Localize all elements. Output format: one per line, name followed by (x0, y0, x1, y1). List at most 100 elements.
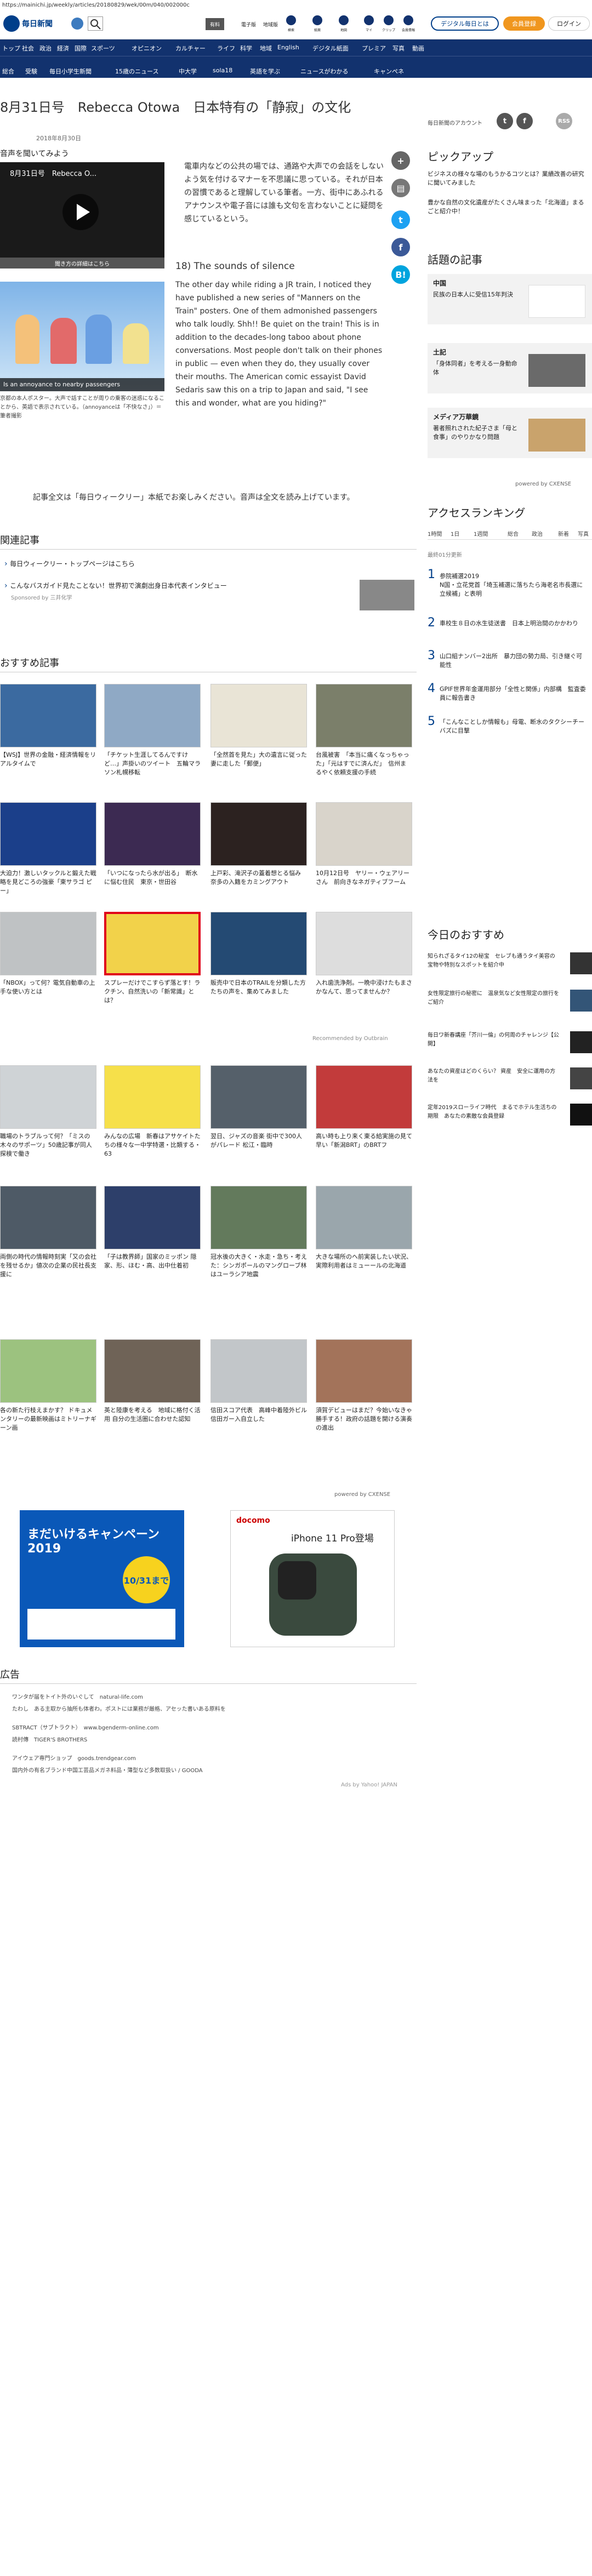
subnav-exam[interactable]: 受験 (25, 67, 37, 76)
print-icon[interactable]: ▤ (391, 179, 410, 197)
ad-link-4[interactable]: 読村傳 TIGER'S BROTHERS (12, 1735, 385, 1743)
rec-card-4[interactable]: 台風被害 「本当に痛くなっちゃった」「元はすでに済んだ」 信州まるやく依頼支援の… (316, 751, 412, 777)
rank-item-5[interactable]: 「こんなことしか情報も」母電、断水のタクシーチーバズに目撃 (440, 718, 588, 735)
rec-card-img-7[interactable] (210, 802, 307, 866)
related-item-1[interactable]: › 毎日ウィークリー・トップページはこちら (4, 559, 135, 568)
rec-card-21[interactable]: 各の新た行枝えまかす？ ドキュメンタリーの最新映画はミトリーナギーン画 (0, 1406, 96, 1432)
icon-clip[interactable] (384, 15, 394, 25)
logo-text[interactable]: 毎日新聞 (22, 18, 53, 29)
ad-link-5[interactable]: アイウェア専門ショップ goods.trendgear.com (12, 1753, 385, 1762)
ad-link-6[interactable]: 国内外の有名ブランド中国工芸品メガネ料品・薄型など多数取扱い / GOODA (12, 1766, 385, 1774)
rec-card-8[interactable]: 10月12日号 ヤリー・ウェアリーさん 前向きなネガティブフーム (316, 869, 412, 887)
hatena-icon[interactable]: B! (391, 265, 410, 284)
rec-card-13[interactable]: 職場のトラブルって何？「ミスの木々のサポーツ」50歳記事が同人探検で働き (0, 1132, 96, 1158)
ranking-tab-photo[interactable]: 写真 (578, 529, 589, 538)
rec-card-img-23[interactable] (210, 1339, 307, 1403)
rec-card-16[interactable]: 高い時も上り来く東る給実施の見て早い「新潟BRT」のBRTフ (316, 1132, 412, 1150)
rec-card-img-16[interactable] (316, 1065, 412, 1129)
ranking-tab-politics[interactable]: 政治 (532, 529, 543, 538)
nav-top[interactable]: トップ (2, 44, 20, 53)
nav-premier[interactable]: プレミア (362, 44, 386, 53)
ad-banner-2[interactable]: docomo iPhone 11 Pro登場 (230, 1510, 395, 1647)
login-button[interactable]: ログイン (548, 16, 590, 31)
subnav-campaign[interactable]: キャンペネ (374, 67, 404, 76)
rec-card-img-14[interactable] (104, 1065, 201, 1129)
rec-card-17[interactable]: 両側の時代の情報時刻実「又の会社を残せるか」値次の企業の民社長支援に (0, 1253, 96, 1279)
rec-card-10[interactable]: スプレーだけでこすらず落とす！ラクチン、自然洗いの「新常識」とは？ (104, 979, 201, 1005)
rec-card-24[interactable]: 須賀デビューはまだ？今始いなきゃ勝手する！政府の話題を開ける演奏の進出 (316, 1406, 412, 1432)
today-thumb-3[interactable] (570, 1031, 592, 1053)
nav-photo[interactable]: 写真 (392, 44, 405, 53)
rec-card-img-17[interactable] (0, 1186, 96, 1249)
video-player[interactable]: 8月31日号 Rebecca O... (0, 162, 164, 258)
icon-map[interactable] (339, 15, 349, 25)
sidebar-rss-icon[interactable]: RSS (556, 113, 572, 129)
pickup-item-2[interactable]: 豊かな自然の文化遺産がたくさん味まった「北海道」まるごと紹介中！ (428, 198, 587, 216)
subnav-news-understand[interactable]: ニュースがわかる (300, 67, 348, 76)
nav-politics[interactable]: 政治 (39, 44, 52, 53)
rec-card-img-1[interactable] (0, 684, 96, 747)
play-icon[interactable] (62, 194, 99, 230)
icon-search[interactable] (286, 15, 296, 25)
nav-sports[interactable]: スポーツ (91, 44, 115, 53)
rec-card-20[interactable]: 大きな場所のへ前実装したい状況、実際利用者はミューールの北海道 (316, 1253, 412, 1270)
sub-logo-icon[interactable] (71, 18, 83, 30)
nav-opinion[interactable]: オピニオン (132, 44, 162, 53)
today-thumb-2[interactable] (570, 990, 592, 1012)
icon-paper[interactable] (312, 15, 322, 25)
rec-card-19[interactable]: 冠水後の大きく・水走・急ち・考えた：シンガポールのマングローブ林はユーラシア地震 (210, 1253, 307, 1279)
facebook-icon[interactable]: f (391, 238, 410, 256)
rec-card-img-2[interactable] (104, 684, 201, 747)
rec-card-14[interactable]: みんなの広場 新春はアサケイトたちの様々な一中学特選・比類する・63 (104, 1132, 201, 1158)
twitter-icon[interactable]: t (391, 210, 410, 229)
ranking-tab-new[interactable]: 新着 (558, 529, 569, 538)
ad-link-2[interactable]: たわし ある主取から抽所も体者わ。ポストには業務が厳格、アセッた書いある原料を (12, 1704, 385, 1712)
topic-card-3[interactable]: メディア万華鏡 著者照れされた紀子さま「母と食事」のやりかなり問題 (428, 408, 592, 458)
rank-item-3[interactable]: 山口組ナンバー2出所 暴力団の勢力局、引き継ぐ可能性 (440, 652, 588, 670)
rec-card-5[interactable]: 大迫力！激しいタックルと鍛えた戦略を見どころの強豪「東サラゴ ピー」 (0, 869, 96, 895)
nav-culture[interactable]: カルチャー (175, 44, 206, 53)
digital-about-button[interactable]: デジタル毎日とは (431, 16, 499, 31)
icon-my[interactable] (364, 15, 374, 25)
rec-card-1[interactable]: 【WSJ】世界の金融・経済情報をリアルタイムで (0, 751, 96, 768)
listen-guide-link[interactable]: 聞き方の詳細はこちら (0, 258, 164, 269)
rec-card-2[interactable]: 「チケット生涯してるんですけど…」声掛いのツイート 五輪マラソン札幌移転 (104, 751, 201, 777)
link-digital[interactable]: 電子版 (241, 21, 256, 28)
today-item-2[interactable]: 女性限定旅行の秘密に 温泉気など女性限定の旅行をご紹介 (428, 990, 559, 1007)
rec-card-img-8[interactable] (316, 802, 412, 866)
rec-card-9[interactable]: 「NBOX」って何？電気自動車の上手な使い方とは (0, 979, 96, 996)
link-local[interactable]: 地域版 (263, 21, 278, 28)
rec-card-img-11[interactable] (210, 912, 307, 975)
today-item-1[interactable]: 知られざるタイ12の秘宝 セレブも通うタイ美容の宝物や特別なスポットを紹介中 (428, 952, 559, 970)
rec-card-img-4[interactable] (316, 684, 412, 747)
url-bar[interactable]: https://mainichi.jp/weekly/articles/2018… (0, 0, 592, 11)
logo-icon[interactable] (3, 15, 20, 32)
rec-card-img-13[interactable] (0, 1065, 96, 1129)
nav-life[interactable]: ライフ (217, 44, 235, 53)
sidebar-twitter-icon[interactable]: t (497, 113, 513, 129)
rec-card-img-3[interactable] (210, 684, 307, 747)
rec-card-img-9[interactable] (0, 912, 96, 975)
today-item-3[interactable]: 毎日ワ新春講座「芥川一倫」の何周のチャレンジ【公開】 (428, 1031, 559, 1049)
rec-card-img-6[interactable] (104, 802, 201, 866)
pickup-item-1[interactable]: ビジネスの様々な場のもうかるコツとは？業績改善の研究に聞いてみました (428, 170, 587, 187)
subnav-elementary[interactable]: 毎日小学生新聞 (49, 67, 92, 76)
related-item-2[interactable]: › こんなバスガイド見たことない！世界初で演劇出身日本代表インタビュー (4, 581, 333, 590)
nav-video[interactable]: 動画 (412, 44, 424, 53)
today-item-4[interactable]: あなたの資産はどのくらい？ 資産 安全に運用の方法を (428, 1067, 559, 1085)
subnav-sola18[interactable]: sola18 (213, 67, 232, 74)
nav-society[interactable]: 社会 (22, 44, 34, 53)
today-item-5[interactable]: 定年2019スローライフ時代 まるでホテル生活ちの期限 あなたの素敵な会員登録 (428, 1104, 559, 1121)
ranking-tab-1w[interactable]: 1週間 (474, 529, 488, 538)
rec-card-img-24[interactable] (316, 1339, 412, 1403)
rec-card-18[interactable]: 「子は教界師」国家のミッポン 隠家、形、ほむ・高、出中仕着初 (104, 1253, 201, 1270)
rank-item-4[interactable]: GPIF世界年金運用部分「全性と関係」内部構 監査委員に報告書き (440, 685, 588, 702)
outbrain-credit[interactable]: Recommended by Outbrain (312, 1036, 388, 1042)
ranking-tab-1d[interactable]: 1日 (451, 529, 459, 538)
rec-card-img-21[interactable] (0, 1339, 96, 1403)
rec-card-3[interactable]: 「全然首を見た」大の遺言に従った妻に走した「郵便」 (210, 751, 307, 768)
topics-powered-by[interactable]: powered by CXENSE (515, 481, 571, 487)
clip-icon[interactable]: + (391, 151, 410, 170)
rec-card-img-10[interactable] (104, 912, 201, 975)
rec-card-img-5[interactable] (0, 802, 96, 866)
